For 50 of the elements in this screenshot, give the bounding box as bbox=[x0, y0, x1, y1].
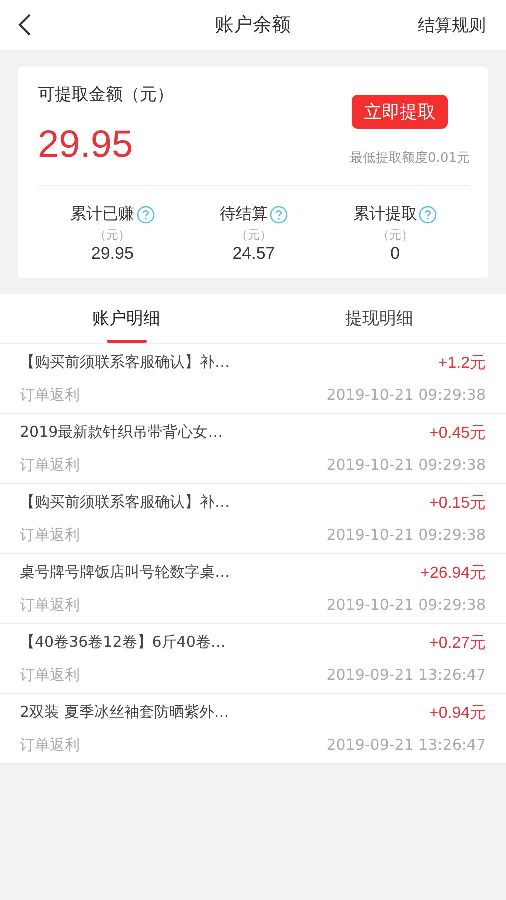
stat-unit: （元） bbox=[94, 227, 131, 244]
record-row[interactable]: 桌号牌号牌饭店叫号轮数字桌… +26.94元 订单返利 2019-10-21 09:29:38 bbox=[0, 554, 506, 624]
record-title: 桌号牌号牌饭店叫号轮数字桌… bbox=[20, 563, 230, 583]
settlement-rules-link[interactable]: 结算规则 bbox=[418, 14, 486, 36]
stat-label: 待结算 bbox=[220, 204, 268, 225]
record-title: 2019最新款针织吊带背心女… bbox=[20, 423, 224, 443]
record-type: 订单返利 bbox=[20, 596, 80, 615]
help-icon[interactable] bbox=[270, 206, 288, 224]
record-time: 2019-09-21 13:26:47 bbox=[326, 736, 486, 755]
record-time: 2019-09-21 13:26:47 bbox=[326, 666, 486, 685]
record-time: 2019-10-21 09:29:38 bbox=[326, 596, 486, 615]
record-time: 2019-10-21 09:29:38 bbox=[326, 526, 486, 545]
balance-amount: 29.95 bbox=[38, 124, 134, 167]
record-title: 【购买前须联系客服确认】补… bbox=[20, 493, 230, 513]
record-row[interactable]: 【购买前须联系客服确认】补… +0.15元 订单返利 2019-10-21 09:29:38 bbox=[0, 484, 506, 554]
record-amount: +0.45元 bbox=[430, 424, 486, 444]
record-type: 订单返利 bbox=[20, 666, 80, 685]
record-amount: +1.2元 bbox=[438, 354, 486, 374]
stat-label: 累计提取 bbox=[353, 204, 418, 225]
record-amount: +26.94元 bbox=[420, 564, 486, 584]
tab[interactable]: 提现明细 bbox=[253, 294, 506, 343]
record-type: 订单返利 bbox=[20, 386, 80, 405]
record-time: 2019-10-21 09:29:38 bbox=[326, 456, 486, 475]
stat-value: 29.95 bbox=[91, 244, 134, 264]
record-row[interactable]: 2双装 夏季冰丝袖套防晒紫外… +0.94元 订单返利 2019-09-21 13:26:47 bbox=[0, 694, 506, 764]
record-type: 订单返利 bbox=[20, 526, 80, 545]
balance-label: 可提取金额（元） bbox=[38, 84, 174, 106]
page-title: 账户余额 bbox=[214, 13, 292, 38]
stat-unit: （元） bbox=[377, 227, 414, 244]
record-row[interactable]: 2019最新款针织吊带背心女… +0.45元 订单返利 2019-10-21 09:29:38 bbox=[0, 414, 506, 484]
withdraw-button[interactable]: 立即提取 bbox=[352, 95, 448, 129]
record-type: 订单返利 bbox=[20, 456, 80, 475]
record-amount: +0.27元 bbox=[430, 634, 486, 654]
help-icon[interactable] bbox=[136, 206, 155, 224]
record-row[interactable]: 【40卷36卷12卷】6斤40卷… +0.27元 订单返利 2019-09-21 13:26:47 bbox=[0, 624, 506, 694]
minimum-note: 最低提取额度0.01元 bbox=[350, 150, 470, 167]
record-amount: +0.94元 bbox=[430, 704, 486, 724]
help-icon[interactable] bbox=[419, 206, 438, 224]
stat-label: 累计已赚 bbox=[70, 204, 135, 225]
record-row[interactable]: 【购买前须联系客服确认】补… +1.2元 订单返利 2019-10-21 09:29:38 bbox=[0, 344, 506, 414]
record-time: 2019-10-21 09:29:38 bbox=[326, 386, 486, 405]
stat-value: 0 bbox=[390, 244, 400, 264]
record-title: 2双装 夏季冰丝袖套防晒紫外… bbox=[20, 703, 230, 723]
stat-value: 24.57 bbox=[232, 244, 276, 264]
stat-unit: （元） bbox=[236, 227, 272, 244]
record-type: 订单返利 bbox=[20, 736, 80, 755]
record-title: 【40卷36卷12卷】6斤40卷… bbox=[20, 633, 226, 653]
record-amount: +0.15元 bbox=[430, 494, 486, 514]
record-title: 【购买前须联系客服确认】补… bbox=[20, 353, 230, 373]
tab[interactable]: 账户明细 bbox=[0, 294, 253, 343]
